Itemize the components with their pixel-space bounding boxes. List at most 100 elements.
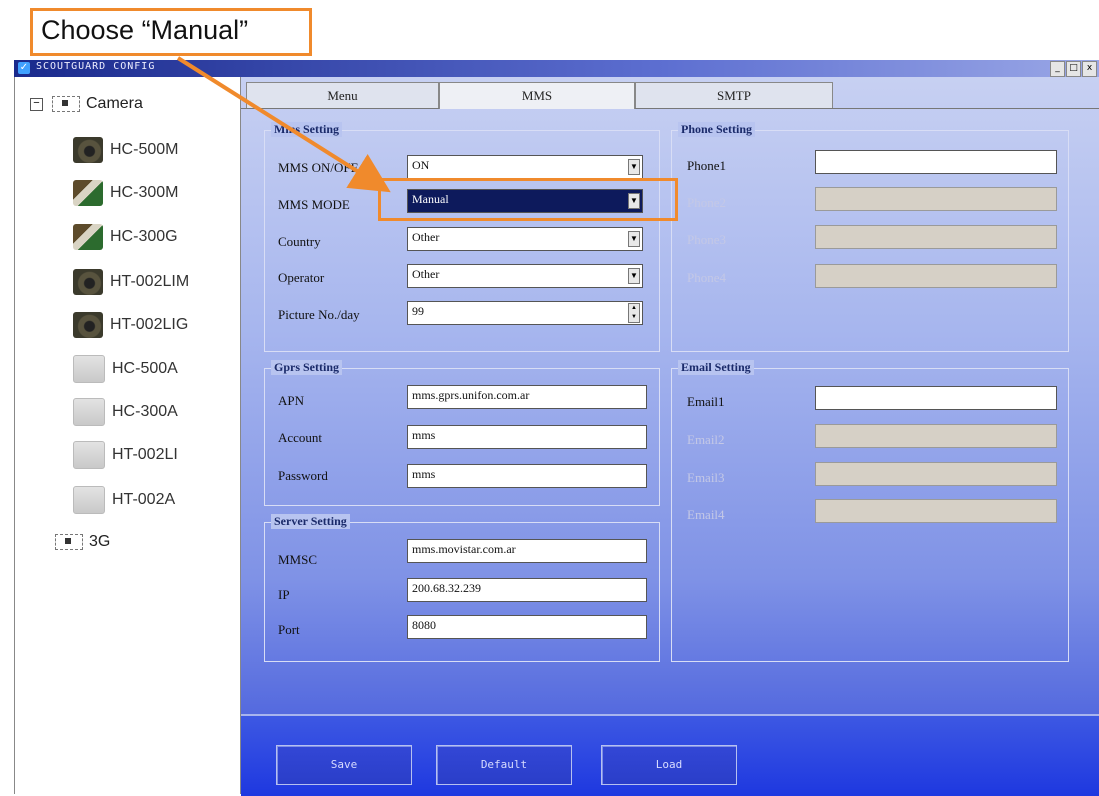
camera-grey-icon bbox=[73, 355, 105, 383]
phone2-label: Phone2 bbox=[687, 195, 726, 210]
country-select[interactable]: Other ▼ bbox=[407, 227, 643, 251]
tree-item-ht-002li[interactable]: HT-002LI bbox=[73, 440, 178, 470]
tab-mms[interactable]: MMS bbox=[439, 82, 635, 109]
password-field[interactable]: mms bbox=[407, 464, 647, 488]
account-label: Account bbox=[278, 430, 323, 445]
mms-setting-title: Mms Setting bbox=[271, 122, 342, 137]
tree-item-label: HC-500A bbox=[112, 360, 178, 377]
mms-mode-label: MMS MODE bbox=[278, 197, 350, 212]
port-field[interactable]: 8080 bbox=[407, 615, 647, 639]
country-value: Other bbox=[412, 230, 440, 244]
email1-label: Email1 bbox=[687, 394, 725, 409]
tree-item-hc-500a[interactable]: HC-500A bbox=[73, 354, 178, 384]
3g-folder-icon bbox=[55, 534, 83, 550]
tree-item-ht-002lim[interactable]: HT-002LIM bbox=[73, 267, 189, 297]
tree-item-hc-300g[interactable]: HC-300G bbox=[73, 222, 178, 252]
camera-camo-icon bbox=[73, 180, 103, 206]
instruction-callout: Choose “Manual” bbox=[30, 8, 312, 56]
tree-item-hc-300a[interactable]: HC-300A bbox=[73, 397, 178, 427]
instruction-text: Choose “Manual” bbox=[41, 15, 249, 45]
phone1-field[interactable] bbox=[815, 150, 1057, 174]
port-label: Port bbox=[278, 622, 300, 637]
operator-label: Operator bbox=[278, 270, 325, 285]
camera-dark-icon bbox=[73, 137, 103, 163]
collapse-icon[interactable]: − bbox=[30, 97, 43, 111]
operator-select[interactable]: Other ▼ bbox=[407, 264, 643, 288]
apn-field[interactable]: mms.gprs.unifon.com.ar bbox=[407, 385, 647, 409]
email4-field bbox=[815, 499, 1057, 523]
country-label: Country bbox=[278, 234, 321, 249]
gprs-setting-title: Gprs Setting bbox=[271, 360, 343, 375]
phone-setting-title: Phone Setting bbox=[678, 122, 756, 137]
tree-item-label: HT-002A bbox=[112, 491, 176, 508]
server-setting-title: Server Setting bbox=[271, 514, 350, 529]
phone1-label: Phone1 bbox=[687, 158, 726, 173]
email4-label: Email4 bbox=[687, 507, 725, 522]
mms-onoff-select[interactable]: ON ▼ bbox=[407, 155, 643, 179]
email3-field bbox=[815, 462, 1057, 486]
tree-root-camera[interactable]: − Camera bbox=[30, 95, 143, 113]
tab-smtp[interactable]: SMTP bbox=[635, 82, 833, 108]
tree-item-3g[interactable]: 3G bbox=[55, 533, 110, 551]
default-button[interactable]: Default bbox=[436, 745, 572, 785]
dropdown-arrow-icon[interactable]: ▼ bbox=[628, 268, 640, 284]
camera-camo-icon bbox=[73, 224, 103, 250]
email2-field bbox=[815, 424, 1057, 448]
phone4-label: Phone4 bbox=[687, 270, 726, 285]
tree-item-ht-002lig[interactable]: HT-002LIG bbox=[73, 310, 188, 340]
tree-item-ht-002a[interactable]: HT-002A bbox=[73, 485, 175, 515]
tree-item-hc-500m[interactable]: HC-500M bbox=[73, 135, 178, 165]
password-label: Password bbox=[278, 468, 328, 483]
dropdown-arrow-icon[interactable]: ▼ bbox=[628, 231, 640, 247]
load-button[interactable]: Load bbox=[601, 745, 737, 785]
email3-label: Email3 bbox=[687, 470, 725, 485]
email1-field[interactable] bbox=[815, 386, 1057, 410]
email2-label: Email2 bbox=[687, 432, 725, 447]
camera-dark-icon bbox=[73, 312, 103, 338]
tree-item-label: HC-300A bbox=[112, 403, 178, 420]
picture-per-day-value: 99 bbox=[412, 304, 424, 318]
phone4-field bbox=[815, 264, 1057, 288]
phone2-field bbox=[815, 187, 1057, 211]
tree-item-hc-300m[interactable]: HC-300M bbox=[73, 178, 178, 208]
app-icon: ✓ bbox=[18, 62, 30, 74]
tree-item-label: HT-002LIG bbox=[110, 316, 189, 333]
window-title: SCOUTGUARD CONFIG bbox=[36, 61, 156, 72]
tree-item-label: HT-002LIM bbox=[110, 273, 190, 290]
camera-folder-icon bbox=[52, 96, 80, 112]
minimize-button[interactable]: _ bbox=[1050, 61, 1065, 77]
tree-3g-label: 3G bbox=[89, 533, 111, 550]
tab-menu[interactable]: Menu bbox=[246, 82, 439, 108]
phone3-label: Phone3 bbox=[687, 232, 726, 247]
dropdown-arrow-icon[interactable]: ▼ bbox=[628, 159, 640, 175]
mms-onoff-value: ON bbox=[412, 158, 430, 172]
tree-item-label: HT-002LI bbox=[112, 446, 178, 463]
tab-bar: Menu MMS SMTP bbox=[241, 82, 1099, 109]
account-field[interactable]: mms bbox=[407, 425, 647, 449]
operator-value: Other bbox=[412, 267, 440, 281]
camera-grey-icon bbox=[73, 441, 105, 469]
picture-per-day-stepper[interactable]: 99 ▲ ▼ bbox=[407, 301, 643, 325]
mms-mode-highlight-box bbox=[378, 178, 678, 221]
email-setting-title: Email Setting bbox=[678, 360, 754, 375]
spin-arrows-icon[interactable]: ▲ ▼ bbox=[628, 303, 640, 323]
camera-dark-icon bbox=[73, 269, 103, 295]
tree-root-label: Camera bbox=[86, 95, 143, 112]
ip-field[interactable]: 200.68.32.239 bbox=[407, 578, 647, 602]
camera-grey-icon bbox=[73, 398, 105, 426]
tree-item-label: HC-300G bbox=[110, 228, 178, 245]
mmsc-label: MMSC bbox=[278, 552, 318, 567]
tree-item-label: HC-500M bbox=[110, 141, 179, 158]
picture-per-day-label: Picture No./day bbox=[278, 307, 360, 322]
window-titlebar: ✓ SCOUTGUARD CONFIG _ □ x bbox=[14, 60, 1099, 77]
window-controls: _ □ x bbox=[1050, 61, 1097, 77]
save-button[interactable]: Save bbox=[276, 745, 412, 785]
device-tree: − Camera HC-500M HC-300M HC-300G HT-002L… bbox=[14, 77, 242, 794]
close-button[interactable]: x bbox=[1082, 61, 1097, 77]
tree-item-label: HC-300M bbox=[110, 184, 179, 201]
mmsc-field[interactable]: mms.movistar.com.ar bbox=[407, 539, 647, 563]
maximize-button[interactable]: □ bbox=[1066, 61, 1081, 77]
phone3-field bbox=[815, 225, 1057, 249]
camera-grey-icon bbox=[73, 486, 105, 514]
mms-onoff-label: MMS ON/OFF bbox=[278, 160, 358, 175]
